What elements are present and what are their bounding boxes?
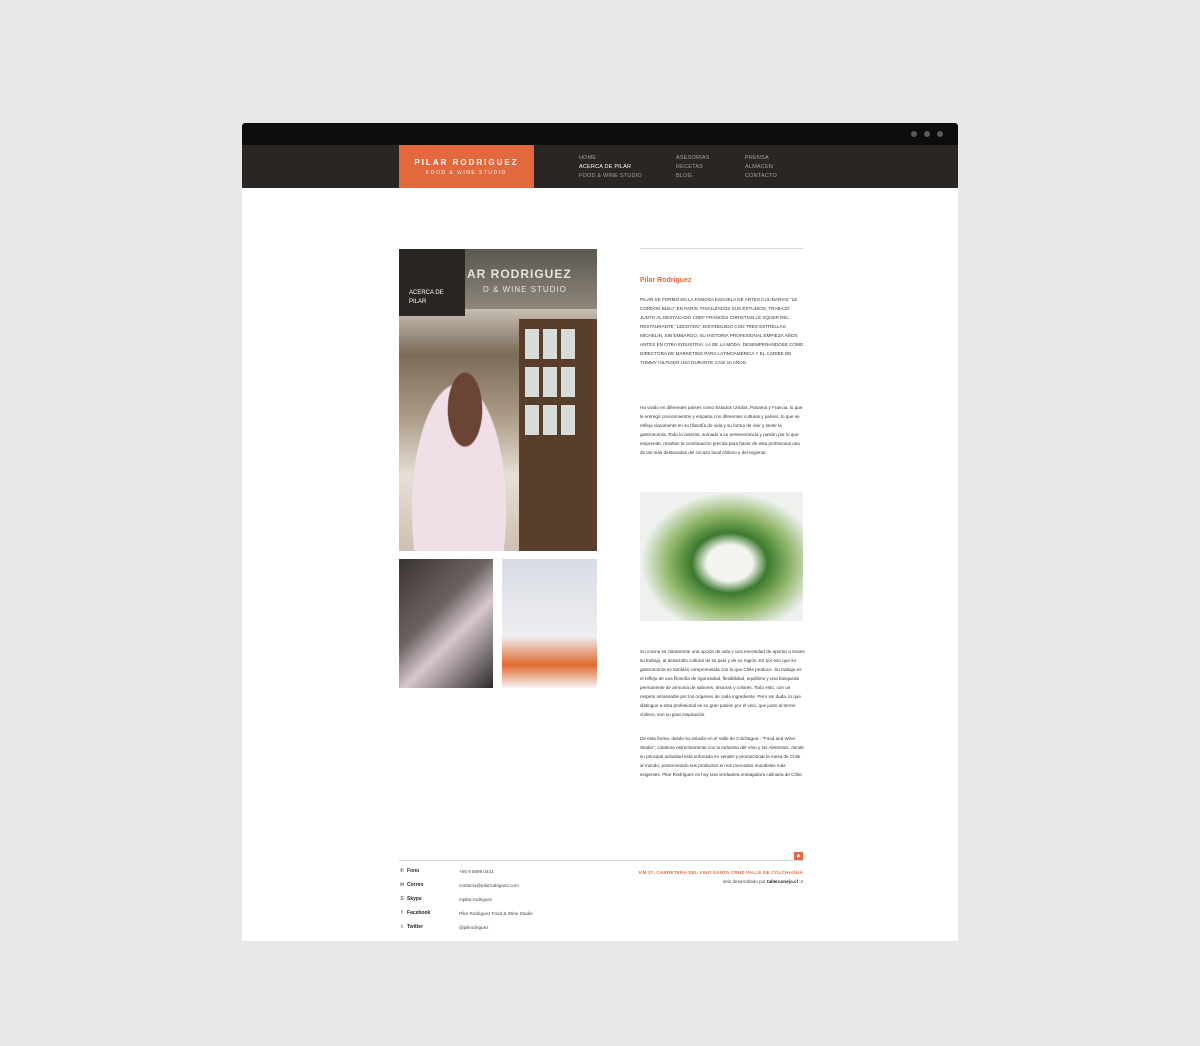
about-label: ACERCA DE PILAR [409, 290, 444, 305]
nav-link-contacto[interactable]: CONTACTO [745, 172, 777, 181]
nav-link-blog[interactable]: BLOG [676, 172, 710, 181]
footer-divider [399, 860, 803, 861]
nav-link-recetas[interactable]: RECETAS [676, 163, 710, 172]
nav-link-home[interactable]: HOME [579, 154, 642, 163]
nav-column-2: ASESORIAS RECETAS BLOG [676, 154, 710, 181]
bio-paragraph-1: Pilar se formó en la famosa escuela de a… [640, 297, 804, 365]
contact-value[interactable]: +56 9 6899 0441 [459, 869, 494, 874]
chef-wine-photo [502, 559, 597, 688]
door-frame [519, 319, 597, 551]
skype-icon: S [400, 896, 404, 902]
bio-paragraph-2: Ha vivido en diferentes países como Esta… [640, 405, 803, 455]
brand-name: Pilar Rodriguez [414, 158, 519, 167]
contact-label: Skype [407, 896, 422, 902]
nav-link-asesorias[interactable]: ASESORIAS [676, 154, 710, 163]
contact-label: Facebook [407, 910, 431, 916]
bio-paragraph-3: Su cocina es claramente una opción de vi… [640, 649, 805, 717]
brand-logo[interactable]: Pilar Rodriguez FOOD & WINE STUDIO [399, 145, 534, 188]
back-to-top-button[interactable]: ▲ [794, 852, 803, 860]
nav-link-acerca[interactable]: ACERCA DE PILAR [579, 163, 642, 172]
phone-icon: ✆ [399, 868, 405, 874]
nav-link-almacen[interactable]: ALMACEN [745, 163, 777, 172]
contact-label: Twitter [407, 924, 424, 930]
contact-label: Correo [407, 882, 424, 888]
window-dot-icon[interactable] [911, 131, 917, 137]
credit-link[interactable]: tallerconejo.cl [767, 879, 798, 884]
dessert-photo [640, 492, 803, 621]
nav-column-3: PRENSA ALMACEN CONTACTO [745, 154, 777, 181]
window-dot-icon[interactable] [924, 131, 930, 137]
credit-prefix: sitio desarrollado por [723, 879, 766, 884]
sign-text: AR RODRIGUEZ [467, 267, 572, 281]
contact-value[interactable]: contacto@pilarrodriguez.com [459, 883, 519, 888]
nav-column-1: HOME ACERCA DE PILAR FOOD & WINE STUDIO [579, 154, 642, 181]
sign-subtext: D & WINE STUDIO [483, 285, 567, 294]
about-label-box: ACERCA DE PILAR [399, 249, 465, 316]
chef-cooking-photo [399, 559, 493, 688]
address-text: KM 37, CARRETERA DEL VINO SANTA CRUZ VAL… [638, 870, 803, 875]
bio-paragraph-4: De esta forma, desde su estudio en el Va… [640, 736, 804, 777]
contact-label: Fono [407, 868, 420, 874]
contact-value[interactable]: @pilirodriguez [459, 925, 488, 930]
brand-tagline: FOOD & WINE STUDIO [426, 170, 507, 176]
twitter-icon: t [401, 924, 403, 930]
window-titlebar [242, 123, 958, 145]
nav-link-prensa[interactable]: PRENSA [745, 154, 777, 163]
nav-link-studio[interactable]: FOOD & WINE STUDIO [579, 172, 642, 181]
page-title: Pilar Rodriguez [640, 277, 692, 284]
contact-value[interactable]: mpilar-rodriguez [459, 897, 492, 902]
credit-suffix: :3 [799, 879, 803, 884]
mail-icon: ✉ [399, 882, 405, 888]
chef-figure [399, 349, 519, 551]
divider [640, 248, 803, 249]
credit-text: sitio desarrollado por tallerconejo.cl :… [723, 879, 803, 884]
contact-value[interactable]: Pilar Rodriguez Food & Wine Studio [459, 911, 533, 916]
facebook-icon: f [401, 910, 403, 916]
window-dot-icon[interactable] [937, 131, 943, 137]
browser-window: Pilar Rodriguez FOOD & WINE STUDIO HOME … [242, 123, 958, 941]
site-header: Pilar Rodriguez FOOD & WINE STUDIO HOME … [242, 145, 958, 188]
